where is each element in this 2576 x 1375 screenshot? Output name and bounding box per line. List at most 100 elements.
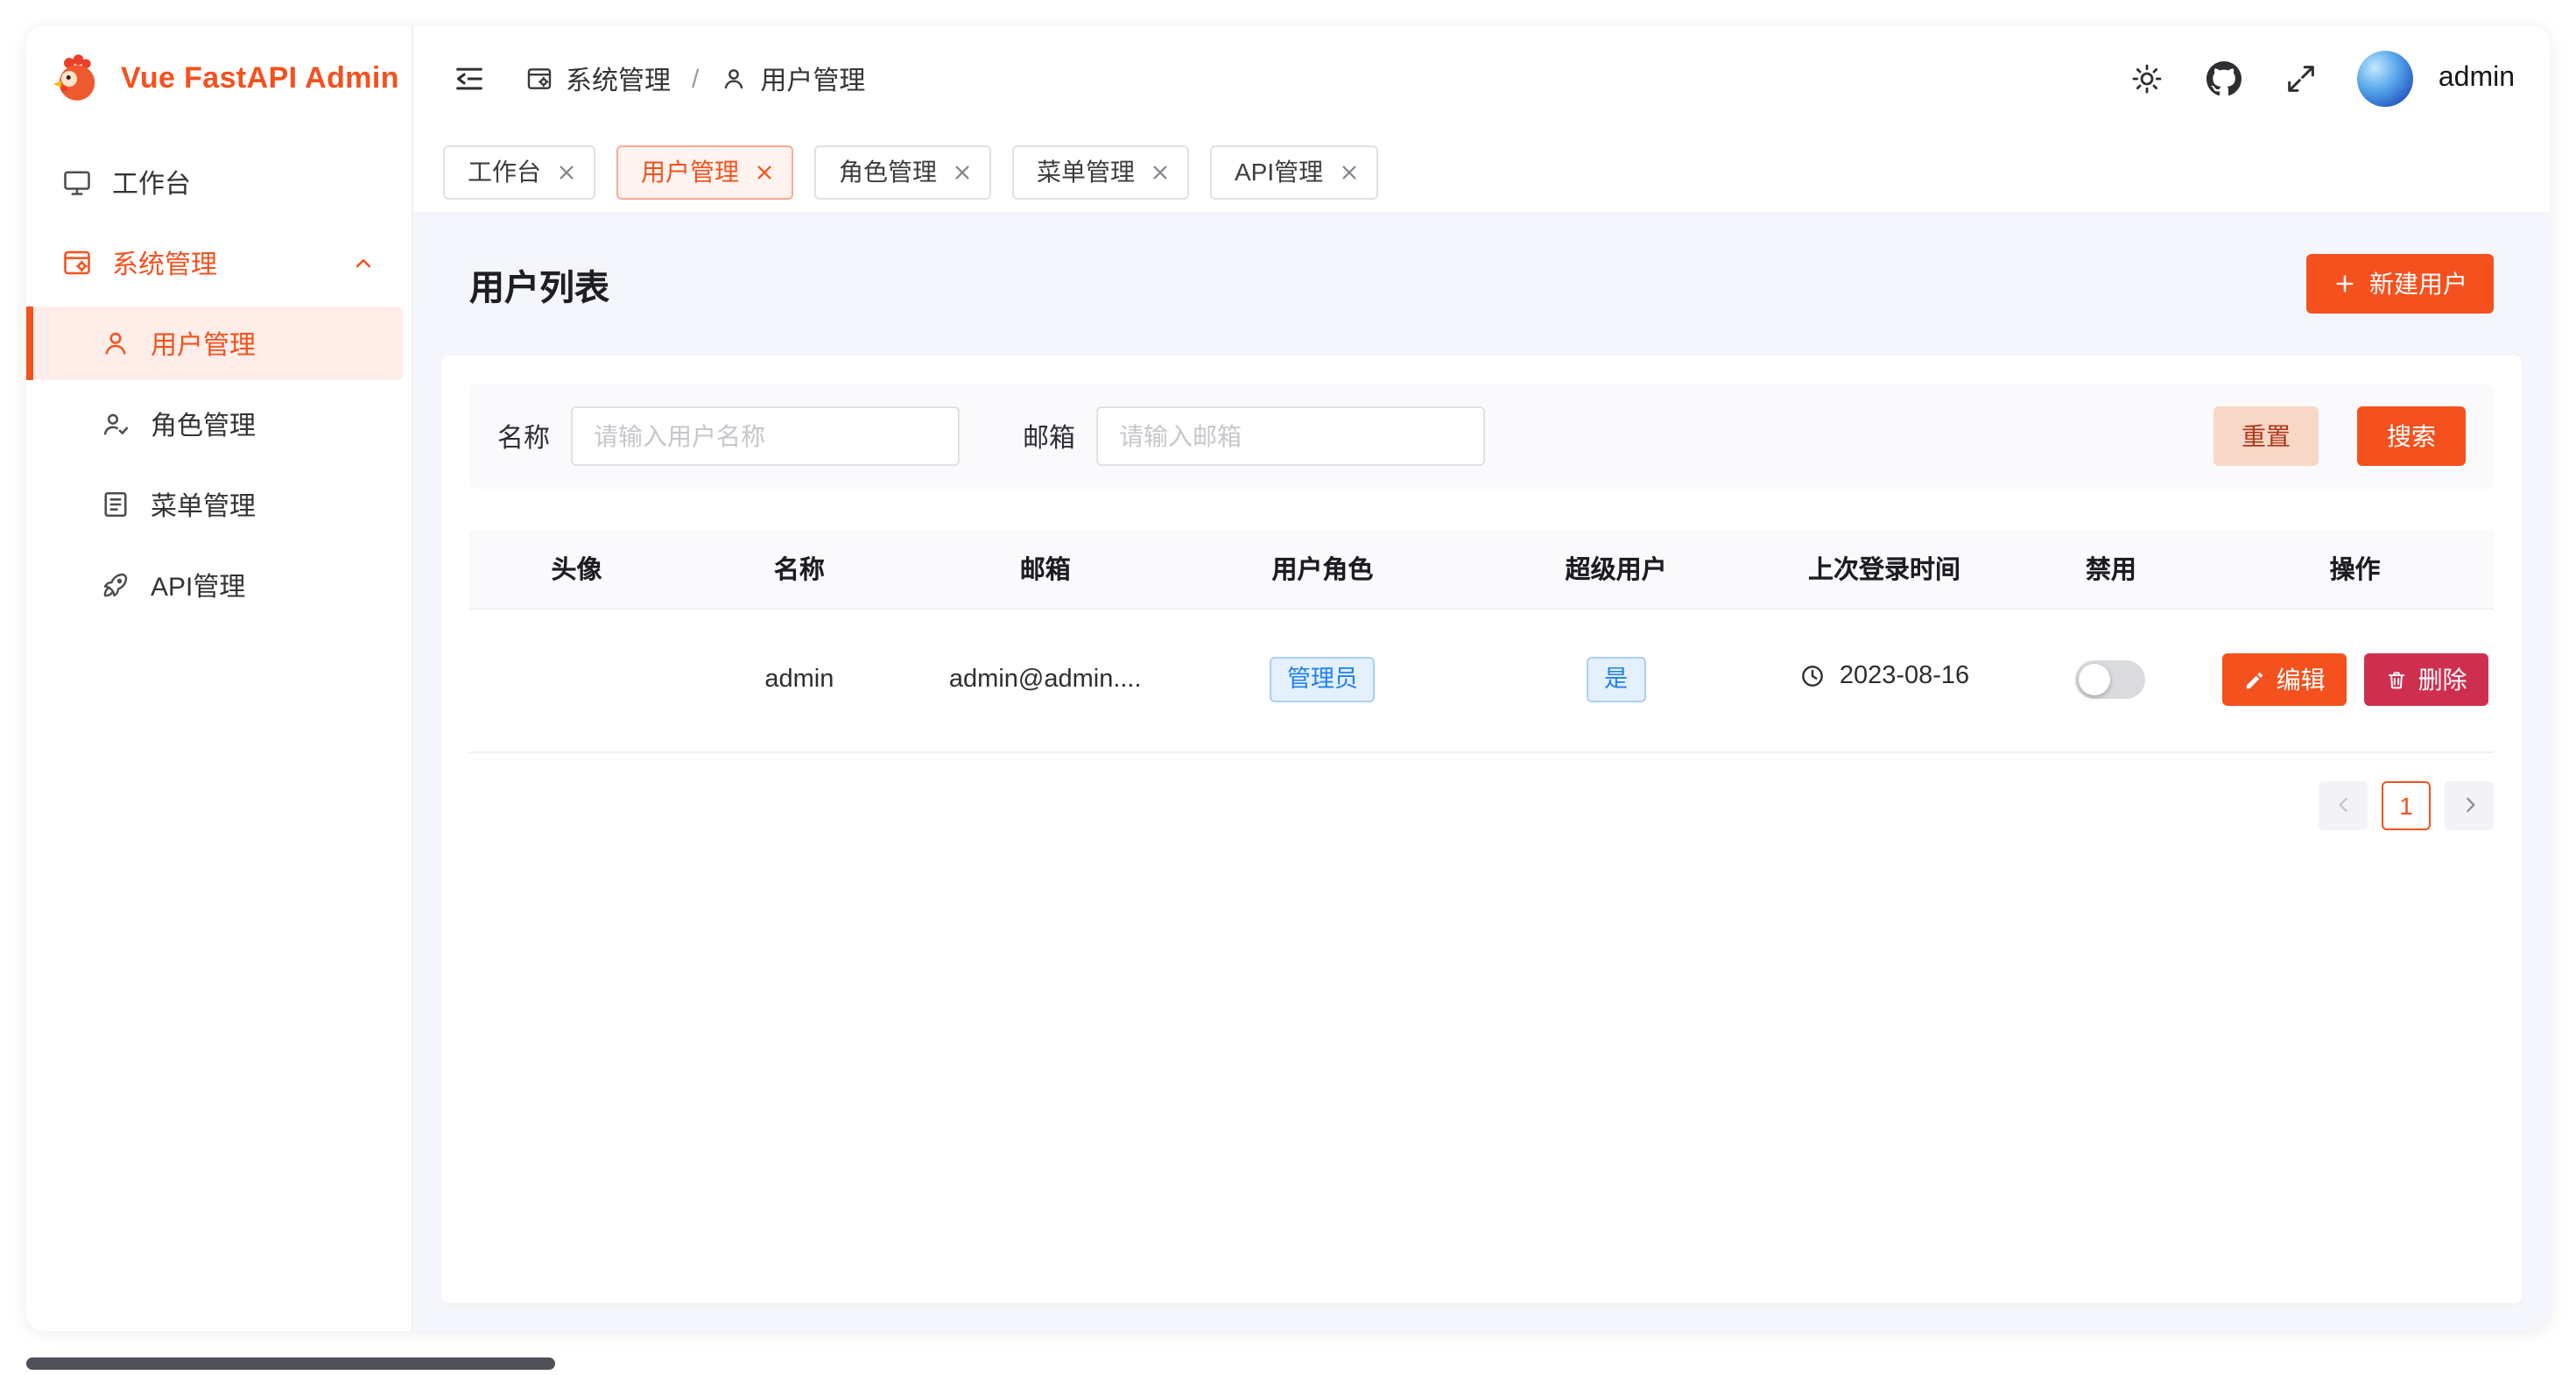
admin-app: Vue FastAPI Admin 工作台 xyxy=(26,26,2550,1331)
sidebar-menu: 工作台 系统管理 xyxy=(26,131,412,636)
menu-fold-icon xyxy=(452,61,487,96)
role-badge: 管理员 xyxy=(1270,656,1376,703)
breadcrumb-item-system[interactable]: 系统管理 xyxy=(525,60,671,97)
sidebar-item-workbench[interactable]: 工作台 xyxy=(37,145,401,219)
breadcrumb-item-users[interactable]: 用户管理 xyxy=(720,60,865,97)
new-user-button-label: 新建用户 xyxy=(2369,266,2467,301)
tab-bar: 工作台 用户管理 角色管理 xyxy=(413,131,2550,212)
github-icon xyxy=(2207,61,2242,96)
close-icon[interactable] xyxy=(557,162,576,181)
breadcrumb-label: 系统管理 xyxy=(566,60,671,97)
clock-icon xyxy=(1799,662,1827,690)
user-avatar[interactable] xyxy=(2358,51,2414,107)
sidebar-item-roles[interactable]: 角色管理 xyxy=(37,387,401,461)
table-header-row: 头像 名称 邮箱 用户角色 超级用户 上次登录时间 禁用 操作 xyxy=(469,531,2494,608)
user-icon xyxy=(100,328,131,359)
name-filter-label: 名称 xyxy=(497,418,550,455)
email-filter-input[interactable] xyxy=(1096,406,1485,466)
rooster-logo-icon xyxy=(51,53,103,105)
app-title: Vue FastAPI Admin xyxy=(121,61,399,96)
pagination-prev-button[interactable] xyxy=(2319,780,2368,829)
actions-cell: 编辑 删除 xyxy=(2216,608,2494,751)
sidebar-item-system[interactable]: 系统管理 xyxy=(37,226,401,300)
sidebar-item-label: 用户管理 xyxy=(151,325,256,362)
column-header-role: 用户角色 xyxy=(1176,531,1469,608)
sidebar-collapse-button[interactable] xyxy=(448,58,490,100)
horizontal-scrollbar-thumb[interactable] xyxy=(26,1357,555,1370)
trash-icon xyxy=(2385,668,2408,691)
plus-icon xyxy=(2333,271,2357,296)
table-row: admin admin@admin.... 管理员 是 xyxy=(469,608,2494,751)
delete-button[interactable]: 删除 xyxy=(2364,653,2488,706)
disable-toggle[interactable] xyxy=(2076,660,2146,699)
sidebar-item-menus[interactable]: 菜单管理 xyxy=(37,468,401,541)
fullscreen-button[interactable] xyxy=(2281,58,2323,100)
tab-workbench[interactable]: 工作台 xyxy=(443,145,595,199)
tab-roles[interactable]: 角色管理 xyxy=(814,145,991,199)
user-list-card: 名称 邮箱 重置 搜索 xyxy=(441,356,2522,1303)
username-label[interactable]: admin xyxy=(2439,63,2515,95)
column-header-disabled: 禁用 xyxy=(2006,531,2216,608)
api-rocket-icon xyxy=(100,569,131,601)
filter-bar: 名称 邮箱 重置 搜索 xyxy=(469,384,2494,489)
column-header-superuser: 超级用户 xyxy=(1469,531,1763,608)
role-cell: 管理员 xyxy=(1176,608,1469,751)
sidebar-item-label: API管理 xyxy=(151,567,245,603)
column-header-avatar: 头像 xyxy=(469,531,684,608)
pagination: 1 xyxy=(469,780,2494,829)
column-header-email: 邮箱 xyxy=(915,531,1176,608)
page-title: 用户列表 xyxy=(469,258,609,309)
menu-list-icon xyxy=(100,489,131,520)
column-header-last-login: 上次登录时间 xyxy=(1763,531,2005,608)
pagination-next-button[interactable] xyxy=(2445,780,2494,829)
page-header: 用户列表 新建用户 xyxy=(441,212,2522,356)
tab-label: 工作台 xyxy=(468,154,541,189)
sidebar-item-users[interactable]: 用户管理 xyxy=(26,307,403,380)
app-logo[interactable]: Vue FastAPI Admin xyxy=(26,26,412,131)
system-settings-icon xyxy=(525,65,553,93)
close-icon[interactable] xyxy=(953,162,972,181)
pagination-page-1[interactable]: 1 xyxy=(2382,780,2431,829)
workbench-icon xyxy=(61,166,93,198)
tab-label: 菜单管理 xyxy=(1037,154,1135,189)
tab-users[interactable]: 用户管理 xyxy=(616,145,793,199)
close-icon[interactable] xyxy=(1151,162,1170,181)
email-filter-label: 邮箱 xyxy=(1023,418,1075,455)
sidebar-item-label: 工作台 xyxy=(112,164,191,201)
github-link-button[interactable] xyxy=(2204,58,2246,100)
column-header-name: 名称 xyxy=(684,531,915,608)
fullscreen-icon xyxy=(2284,61,2319,96)
search-button[interactable]: 搜索 xyxy=(2357,406,2466,466)
new-user-button[interactable]: 新建用户 xyxy=(2306,254,2494,314)
main-area: 系统管理 / 用户管理 xyxy=(413,26,2550,1331)
edit-button-label: 编辑 xyxy=(2277,662,2326,697)
chevron-left-icon xyxy=(2332,793,2354,816)
avatar-cell xyxy=(469,608,684,751)
reset-button[interactable]: 重置 xyxy=(2214,406,2319,466)
breadcrumb: 系统管理 / 用户管理 xyxy=(525,60,865,97)
breadcrumb-label: 用户管理 xyxy=(760,60,865,97)
close-icon[interactable] xyxy=(1339,162,1358,181)
name-filter-input[interactable] xyxy=(571,406,960,466)
top-header: 系统管理 / 用户管理 xyxy=(413,26,2550,131)
edit-button[interactable]: 编辑 xyxy=(2222,653,2347,706)
page-content: 用户列表 新建用户 名称 邮箱 重置 xyxy=(413,212,2550,1331)
breadcrumb-separator: / xyxy=(692,64,699,94)
last-login-value: 2023-08-16 xyxy=(1840,662,1969,690)
tab-label: 角色管理 xyxy=(839,154,937,189)
tab-menus[interactable]: 菜单管理 xyxy=(1012,145,1189,199)
system-settings-icon xyxy=(61,247,93,279)
tab-api[interactable]: API管理 xyxy=(1210,145,1377,199)
theme-toggle-button[interactable] xyxy=(2127,58,2169,100)
delete-button-label: 删除 xyxy=(2418,662,2467,697)
sidebar-item-api[interactable]: API管理 xyxy=(37,548,401,622)
close-icon[interactable] xyxy=(755,162,774,181)
role-icon xyxy=(100,408,131,440)
superuser-cell: 是 xyxy=(1469,608,1763,751)
tab-label: API管理 xyxy=(1235,154,1323,189)
sidebar-item-label: 系统管理 xyxy=(112,244,217,281)
users-table: 头像 名称 邮箱 用户角色 超级用户 上次登录时间 禁用 操作 xyxy=(469,531,2494,752)
app-window: Vue FastAPI Admin 工作台 xyxy=(0,0,2576,1375)
sidebar-item-label: 菜单管理 xyxy=(151,486,256,523)
superuser-badge: 是 xyxy=(1587,656,1645,703)
